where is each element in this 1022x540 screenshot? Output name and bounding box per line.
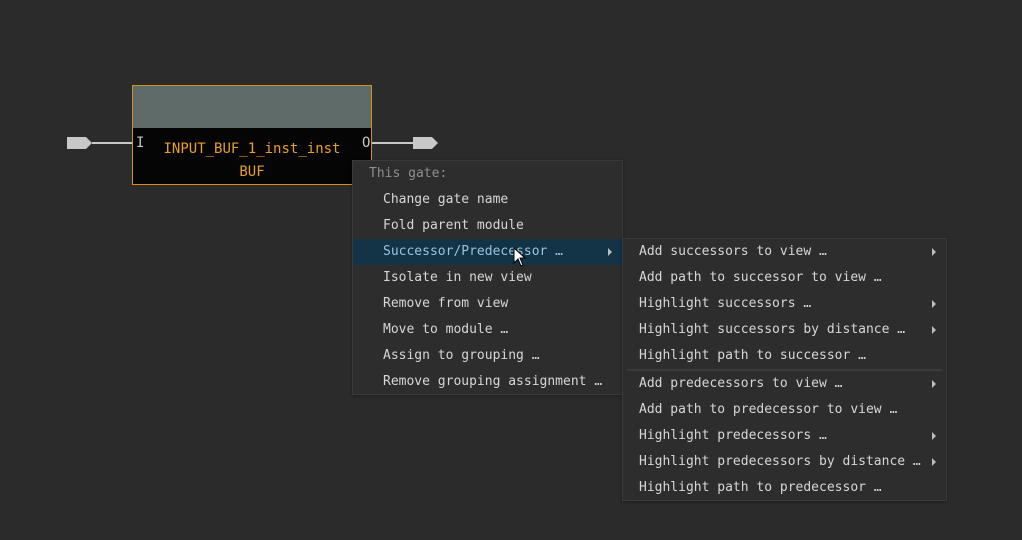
submenu-arrow-icon xyxy=(932,432,936,440)
menu-item-label: Change gate name xyxy=(383,192,509,207)
menu-item-successor-predecessor[interactable]: Successor/Predecessor … xyxy=(353,239,622,265)
menu-item-add-path-to-successor[interactable]: Add path to successor to view … xyxy=(623,265,946,291)
menu-item-move-to-module[interactable]: Move to module … xyxy=(353,317,622,343)
menu-item-label: Highlight predecessors … xyxy=(639,428,827,443)
gate-context-menu: This gate: Change gate name Fold parent … xyxy=(352,160,623,395)
submenu-arrow-icon xyxy=(932,380,936,388)
menu-item-label: Fold parent module xyxy=(383,218,524,233)
menu-item-isolate-in-new-view[interactable]: Isolate in new view xyxy=(353,265,622,291)
menu-item-highlight-path-to-successor[interactable]: Highlight path to successor … xyxy=(623,343,946,369)
submenu-arrow-icon xyxy=(932,248,936,256)
menu-item-highlight-successors[interactable]: Highlight successors … xyxy=(623,291,946,317)
menu-item-assign-to-grouping[interactable]: Assign to grouping … xyxy=(353,343,622,369)
menu-item-label: Assign to grouping … xyxy=(383,348,540,363)
menu-item-label: Highlight path to predecessor … xyxy=(639,480,882,495)
context-menu-title: This gate: xyxy=(369,166,448,181)
menu-item-label: Remove grouping assignment … xyxy=(383,374,603,389)
menu-item-add-successors-to-view[interactable]: Add successors to view … xyxy=(623,239,946,265)
successor-predecessor-submenu: Add successors to view … Add path to suc… xyxy=(622,238,947,501)
submenu-arrow-icon xyxy=(932,458,936,466)
output-port-arrow-icon xyxy=(413,137,438,149)
submenu-arrow-icon xyxy=(932,326,936,334)
menu-item-highlight-successors-by-distance[interactable]: Highlight successors by distance … xyxy=(623,317,946,343)
menu-item-label: Add path to successor to view … xyxy=(639,270,882,285)
menu-item-remove-grouping-assignment[interactable]: Remove grouping assignment … xyxy=(353,369,622,395)
menu-item-label: Move to module … xyxy=(383,322,509,337)
menu-item-add-path-to-predecessor[interactable]: Add path to predecessor to view … xyxy=(623,397,946,423)
menu-item-remove-from-view[interactable]: Remove from view xyxy=(353,291,622,317)
menu-item-label: Highlight successors by distance … xyxy=(639,322,906,337)
menu-item-label: Highlight predecessors by distance … xyxy=(639,454,921,469)
input-port-arrow-icon xyxy=(67,137,92,149)
menu-item-label: Highlight path to successor … xyxy=(639,348,866,363)
submenu-arrow-icon xyxy=(608,248,612,256)
menu-item-highlight-path-to-predecessor[interactable]: Highlight path to predecessor … xyxy=(623,475,946,501)
menu-item-highlight-predecessors[interactable]: Highlight predecessors … xyxy=(623,423,946,449)
mouse-cursor-icon xyxy=(513,247,527,267)
menu-item-fold-parent-module[interactable]: Fold parent module xyxy=(353,213,622,239)
menu-item-change-gate-name[interactable]: Change gate name xyxy=(353,187,622,213)
menu-item-highlight-predecessors-by-distance[interactable]: Highlight predecessors by distance … xyxy=(623,449,946,475)
menu-item-label: Highlight successors … xyxy=(639,296,812,311)
menu-item-label: Successor/Predecessor … xyxy=(383,244,564,259)
menu-item-add-predecessors-to-view[interactable]: Add predecessors to view … xyxy=(623,371,946,397)
gate-header xyxy=(133,86,371,128)
input-wire xyxy=(92,142,132,144)
menu-item-label: Add path to predecessor to view … xyxy=(639,402,898,417)
menu-item-label: Add successors to view … xyxy=(639,244,827,259)
output-wire xyxy=(372,142,414,144)
gate-name: INPUT_BUF_1_inst_inst xyxy=(163,141,341,157)
gate-type: BUF xyxy=(239,164,265,180)
menu-item-label: Add predecessors to view … xyxy=(639,376,843,391)
menu-item-label: Isolate in new view xyxy=(383,270,532,285)
gate-node[interactable]: I O INPUT_BUF_1_inst_inst BUF xyxy=(132,85,372,185)
menu-item-label: Remove from view xyxy=(383,296,509,311)
submenu-arrow-icon xyxy=(932,300,936,308)
